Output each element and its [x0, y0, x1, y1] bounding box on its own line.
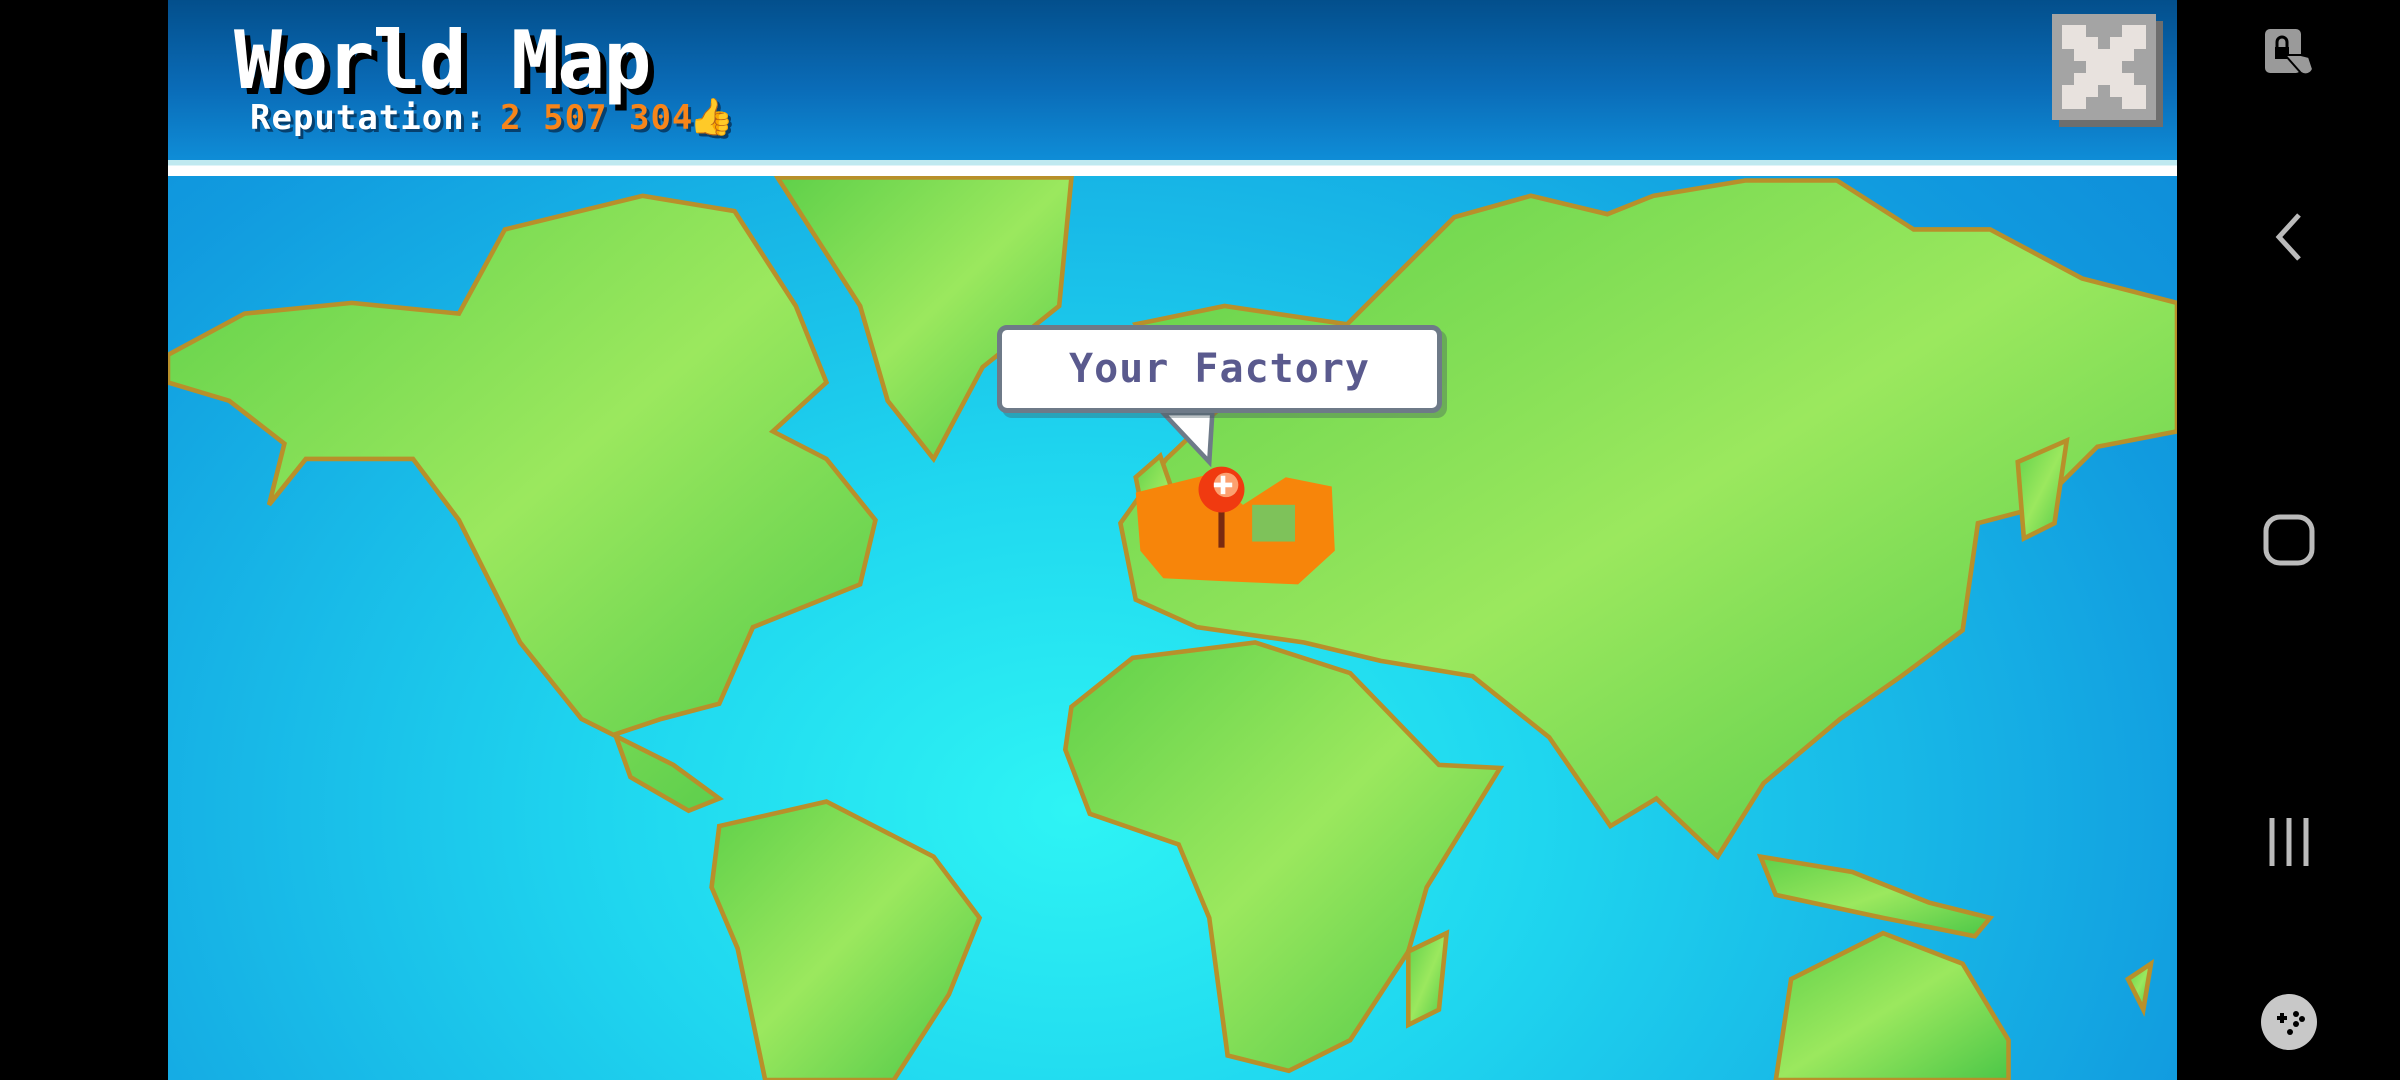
home-icon [2263, 514, 2314, 566]
greenland [773, 175, 1074, 464]
game-screen: World Map Reputation: 2 507 304👍 Your Fac… [168, 0, 2177, 1080]
close-icon [2062, 25, 2146, 109]
header-divider [168, 160, 2177, 176]
header-bar: World Map Reputation: 2 507 304👍 [168, 0, 2177, 162]
recent-apps-button[interactable] [2177, 787, 2400, 897]
lake [1252, 504, 1295, 542]
new-zealand [2125, 958, 2155, 1017]
system-nav-bar [2177, 0, 2400, 1080]
reputation: Reputation: 2 507 304👍 [250, 96, 735, 138]
thumbs-up-icon: 👍 [689, 97, 736, 138]
screen-lock-touch-icon [2264, 29, 2314, 76]
indonesia [1756, 853, 1995, 939]
callout-label: Your Factory [1069, 346, 1370, 392]
reputation-label: Reputation: [250, 98, 487, 138]
back-button[interactable] [2177, 182, 2400, 292]
game-tools-button[interactable] [2177, 967, 2400, 1077]
game-controller-icon [2260, 994, 2317, 1050]
factory-callout: Your Factory [997, 325, 1442, 413]
close-button[interactable] [2052, 14, 2156, 120]
north-america [168, 193, 878, 814]
madagascar [1406, 929, 1450, 1029]
south-america [709, 799, 983, 1080]
reputation-value: 2 507 304 [500, 98, 694, 138]
recent-apps-icon [2269, 818, 2308, 866]
back-icon [2275, 213, 2301, 261]
screen-lock-button[interactable] [2177, 0, 2400, 110]
home-button[interactable] [2177, 485, 2400, 595]
page-title: World Map [234, 14, 651, 107]
australia [1773, 930, 2011, 1080]
